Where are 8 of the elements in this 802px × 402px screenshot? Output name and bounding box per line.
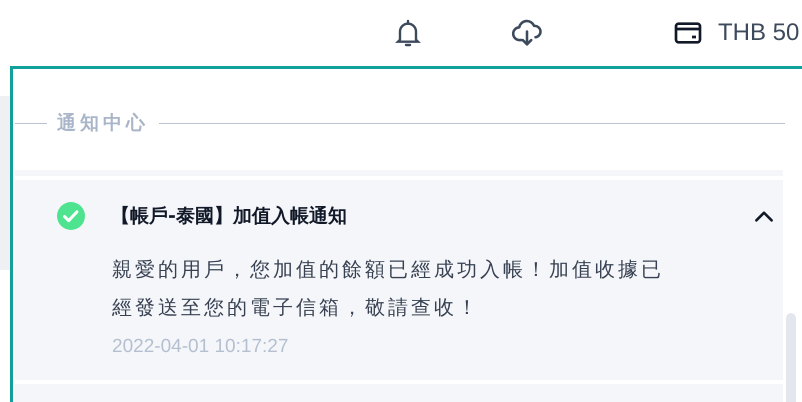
bell-icon[interactable]: [392, 17, 424, 49]
notification-message: 親愛的用戶，您加值的餘額已經成功入帳！加值收據已經發送至您的電子信箱，敬請查收！: [112, 256, 665, 321]
balance-text: THB 50: [718, 19, 800, 47]
check-circle-icon: [57, 202, 85, 230]
scrollbar[interactable]: [786, 313, 796, 402]
notification-time: 2022-04-01 10:17:27: [112, 336, 290, 358]
notification-title: 【帳戶-泰國】加值入帳通知: [111, 204, 348, 229]
section-title: 通知中心: [57, 111, 149, 136]
